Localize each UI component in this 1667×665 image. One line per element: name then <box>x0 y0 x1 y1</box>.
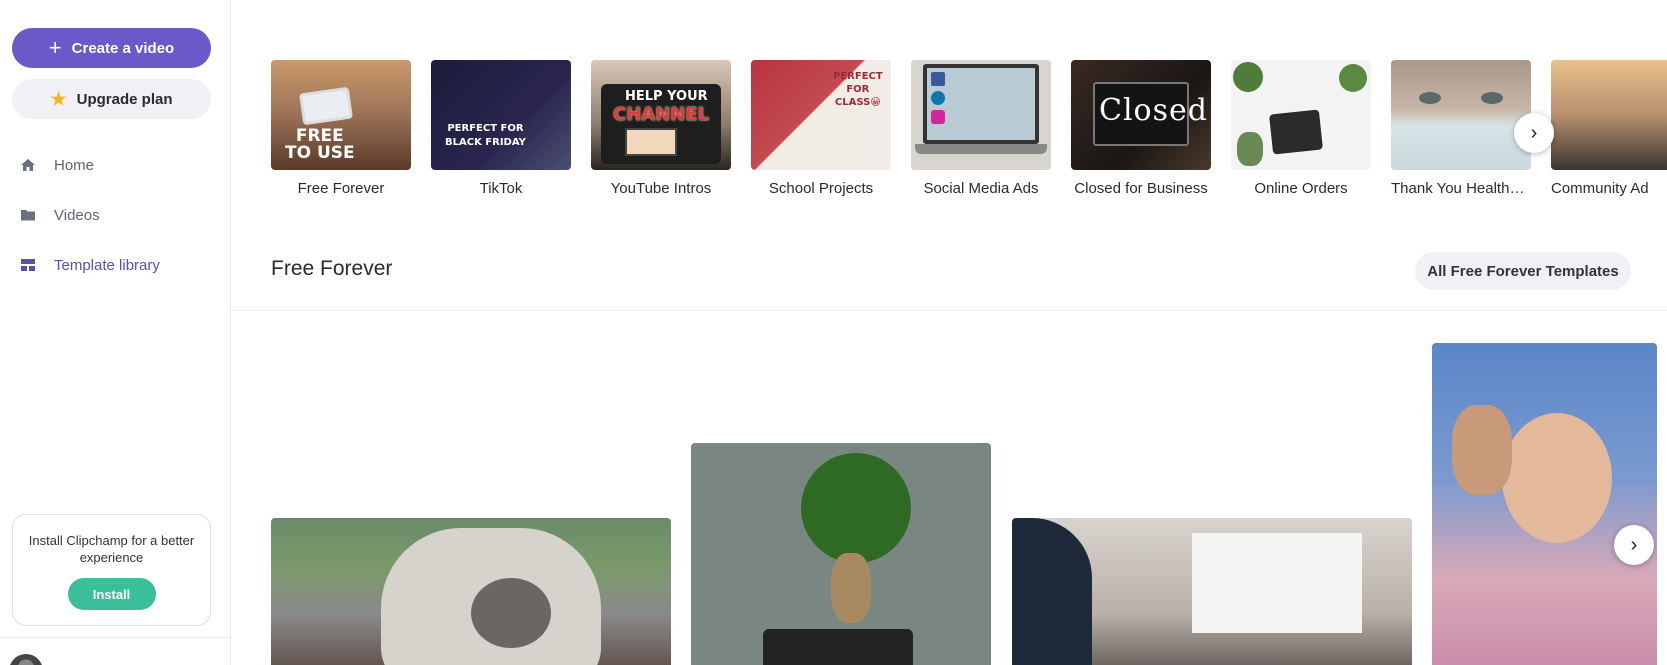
sidebar-nav: Home Videos Template library <box>0 140 230 290</box>
plant-graphic <box>1233 62 1263 92</box>
thumbnail-text: HELP YOUR <box>625 89 708 104</box>
category-closed-for-business[interactable]: Closed Closed for Business <box>1071 60 1211 197</box>
category-thumbnail: PERFECT FOR BLACK FRIDAY <box>431 60 571 170</box>
template-card-classroom[interactable] <box>1012 518 1412 665</box>
plant-graphic <box>1237 132 1263 166</box>
template-card-bonsai[interactable] <box>691 443 991 665</box>
category-label: YouTube Intros <box>610 180 712 197</box>
install-card: Install Clipchamp for a better experienc… <box>12 514 211 626</box>
sidebar-item-home[interactable]: Home <box>0 140 230 190</box>
category-carousel-next-button[interactable]: › <box>1514 113 1554 153</box>
eye-graphic <box>1481 92 1503 104</box>
template-library-icon <box>20 257 36 273</box>
thumbnail-text: FREE TO USE <box>285 126 355 163</box>
folder-icon <box>20 207 36 223</box>
sidebar-item-label: Videos <box>54 206 100 224</box>
category-label: Community Ad <box>1551 180 1649 197</box>
category-thumbnail <box>911 60 1051 170</box>
face-graphic <box>1502 413 1612 543</box>
create-video-label: Create a video <box>71 39 175 57</box>
category-thumbnail <box>1551 60 1667 170</box>
category-thumbnail: PERFECT FOR CLASS😀 <box>751 60 891 170</box>
category-label: TikTok <box>479 180 523 197</box>
category-free-forever[interactable]: FREE TO USE Free Forever <box>271 60 411 197</box>
category-label: Closed for Business <box>1074 180 1208 197</box>
category-school-projects[interactable]: PERFECT FOR CLASS😀 School Projects <box>751 60 891 197</box>
chevron-right-icon: › <box>1630 533 1638 556</box>
camera-screen <box>625 128 677 156</box>
category-thumbnail: Closed <box>1071 60 1211 170</box>
sidebar-item-label: Template library <box>54 256 160 274</box>
category-carousel: FREE TO USE Free Forever PERFECT FOR BLACK… <box>271 60 1667 200</box>
linkedin-icon <box>931 91 945 105</box>
eye-graphic <box>1419 92 1441 104</box>
category-label: Free Forever <box>297 180 385 197</box>
category-thumbnail <box>1231 60 1371 170</box>
template-carousel-next-button[interactable]: › <box>1614 525 1654 565</box>
phone-graphic <box>299 86 353 126</box>
sidebar-item-label: Home <box>54 156 95 174</box>
sidebar-item-videos[interactable]: Videos <box>0 190 230 240</box>
sidebar: + Create a video ★ Upgrade plan Home Vid… <box>0 0 231 665</box>
all-free-forever-templates-button[interactable]: All Free Forever Templates <box>1415 252 1631 290</box>
template-card-fitness[interactable] <box>1432 343 1657 665</box>
horse-nose-graphic <box>471 578 551 648</box>
chevron-right-icon: › <box>1530 121 1538 144</box>
category-label: School Projects <box>768 180 874 197</box>
bonsai-trunk-graphic <box>831 553 871 623</box>
laptop-base <box>915 144 1047 154</box>
face-graphic <box>1452 405 1512 495</box>
thumbnail-text: CHANNEL <box>613 104 710 125</box>
category-thumbnail: HELP YOUR CHANNEL <box>591 60 731 170</box>
whiteboard-graphic <box>1192 533 1362 633</box>
plus-icon: + <box>48 35 62 60</box>
home-icon <box>20 157 36 173</box>
category-youtube-intros[interactable]: HELP YOUR CHANNEL YouTube Intros <box>591 60 731 197</box>
tablet-graphic <box>1269 109 1323 155</box>
star-icon: ★ <box>50 89 67 109</box>
category-online-orders[interactable]: Online Orders <box>1231 60 1371 197</box>
category-label: Thank You Healthc… <box>1391 180 1531 197</box>
thumbnail-text: PERFECT FOR BLACK FRIDAY <box>445 123 526 148</box>
sidebar-divider <box>0 637 230 638</box>
upgrade-plan-label: Upgrade plan <box>76 90 173 108</box>
section-title: Free Forever <box>271 257 393 280</box>
category-thumbnail: FREE TO USE <box>271 60 411 170</box>
instagram-icon <box>931 110 945 124</box>
upgrade-plan-button[interactable]: ★ Upgrade plan <box>12 79 211 119</box>
sidebar-item-template-library[interactable]: Template library <box>0 240 230 290</box>
template-card-horse[interactable] <box>271 518 671 665</box>
plant-graphic <box>1339 64 1367 92</box>
app: + Create a video ★ Upgrade plan Home Vid… <box>0 0 1667 665</box>
create-video-button[interactable]: + Create a video <box>12 28 211 68</box>
category-label: Social Media Ads <box>923 180 1039 197</box>
install-card-text: Install Clipchamp for a better experienc… <box>28 533 195 565</box>
section-divider <box>231 310 1667 311</box>
person-graphic <box>1012 518 1092 665</box>
main-content: FREE TO USE Free Forever PERFECT FOR BLACK… <box>231 0 1667 665</box>
facebook-icon <box>931 72 945 86</box>
category-label: Online Orders <box>1254 180 1348 197</box>
thumbnail-text: Closed <box>1099 93 1208 128</box>
bonsai-leaves-graphic <box>801 453 911 563</box>
category-community-ad[interactable]: Community Ad <box>1551 60 1667 197</box>
pot-graphic <box>763 629 913 665</box>
category-social-media-ads[interactable]: Social Media Ads <box>911 60 1051 197</box>
category-tiktok[interactable]: PERFECT FOR BLACK FRIDAY TikTok <box>431 60 571 197</box>
category-thank-you-healthcare[interactable]: Thank You Healthc… <box>1391 60 1531 197</box>
install-button[interactable]: Install <box>67 578 156 610</box>
category-thumbnail <box>1391 60 1531 170</box>
thumbnail-text: PERFECT FOR CLASS😀 <box>833 71 883 108</box>
avatar[interactable] <box>9 654 43 665</box>
